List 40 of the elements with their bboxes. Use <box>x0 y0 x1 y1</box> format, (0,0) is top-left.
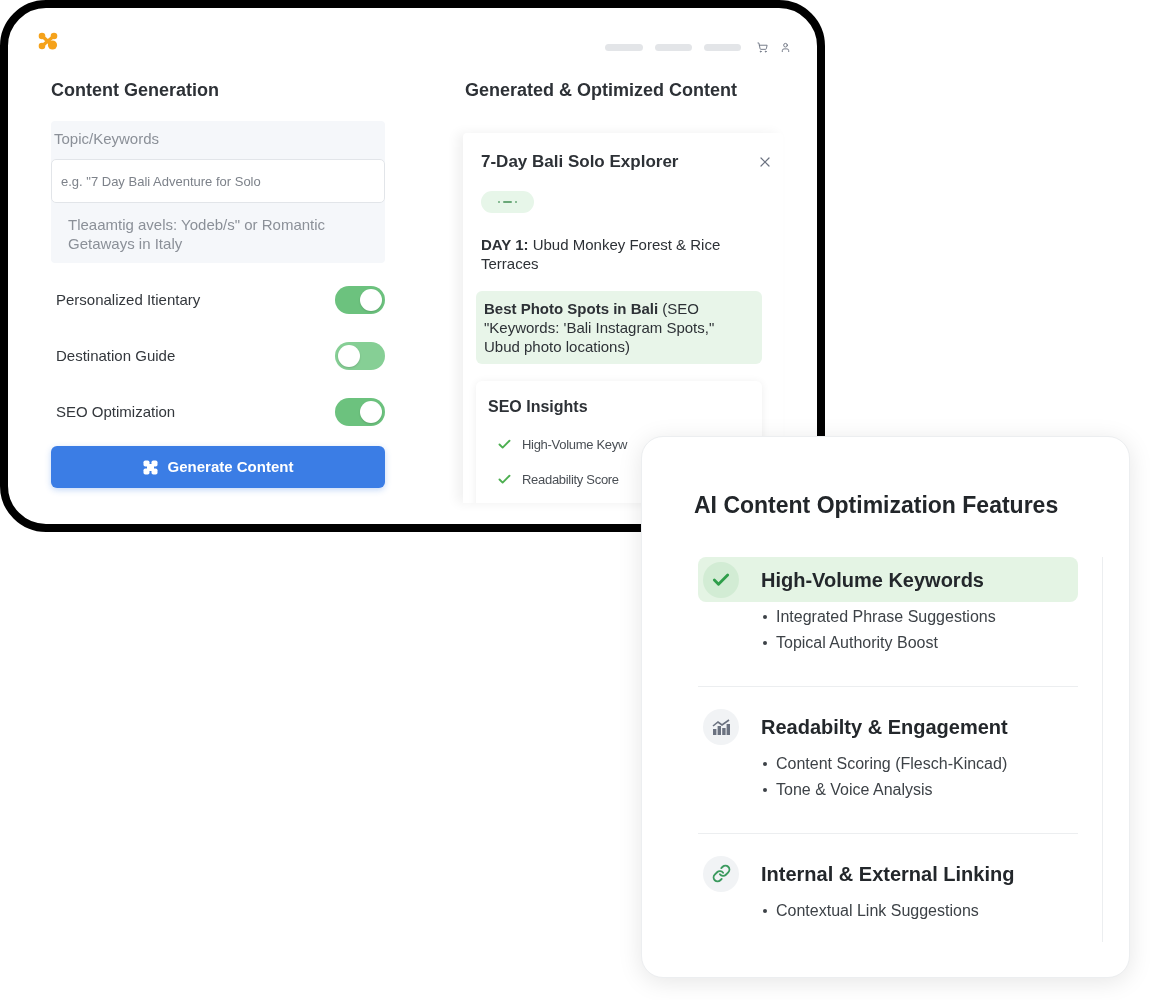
highlight-text: Best Photo Spots in Bali (SEO "Keywords: 'Bali Instagram Spots," Ubud photo locations) <box>484 299 716 356</box>
toggle-switch[interactable] <box>335 342 385 370</box>
generate-button[interactable]: Generate Content <box>51 446 385 488</box>
user-icon[interactable] <box>780 42 791 53</box>
insights-title: SEO Insights <box>488 397 589 417</box>
section-heading: Content Generation <box>51 79 220 101</box>
insight-text: High-Volume Keyw <box>522 435 628 454</box>
bullet-text: Content Scoring (Flesch-Kincad) <box>776 754 1008 774</box>
check-icon <box>703 561 739 598</box>
bullet-text: Tone & Voice Analysis <box>776 780 933 800</box>
feature-title: High-Volume Keywords <box>761 567 984 592</box>
hint-text: Tleaamtig avels: Yodeb/s" or Romantic Getaways in Italy <box>67 215 327 253</box>
bullet-text: Contextual Link Suggestions <box>776 901 979 921</box>
topic-input[interactable]: e.g. "7 Day Bali Adventure for Solo <box>51 159 385 203</box>
chart-icon <box>703 708 739 745</box>
toggle-switch[interactable] <box>335 398 385 426</box>
cart-icon[interactable] <box>757 42 768 53</box>
section-heading: Generated & Optimized Content <box>464 79 739 101</box>
day-heading: DAY 1: Ubud Monkey Forest & Rice Terraces <box>481 235 722 273</box>
bullet-text: Topical Authority Boost <box>776 633 938 653</box>
card-title: 7-Day Bali Solo Explorer <box>481 151 679 173</box>
toggle-switch[interactable] <box>335 286 385 314</box>
feature-title: Internal & External Linking <box>761 861 1015 886</box>
squares-icon <box>142 459 158 475</box>
dash-pill-icon <box>481 191 534 213</box>
link-icon <box>703 855 739 892</box>
insight-text: Readability Score <box>522 470 619 489</box>
toggle-label: Destination Guide <box>56 345 176 366</box>
feature-row[interactable]: Readabilty & Engagement <box>698 704 1078 749</box>
feature-row[interactable]: Internal & External Linking <box>698 851 1078 896</box>
toggle-label: Personalized Itientary <box>56 289 201 310</box>
logo-icon <box>38 32 58 50</box>
check-icon <box>497 472 512 487</box>
bullet-text: Integrated Phrase Suggestions <box>776 607 996 627</box>
toggle-label: SEO Optimization <box>56 401 176 422</box>
feature-title: Readabilty & Engagement <box>761 714 1008 739</box>
check-icon <box>497 437 512 452</box>
field-label: Topic/Keywords <box>53 129 161 149</box>
feature-row[interactable]: High-Volume Keywords <box>698 557 1078 602</box>
features-title: AI Content Optimization Features <box>694 491 1060 519</box>
